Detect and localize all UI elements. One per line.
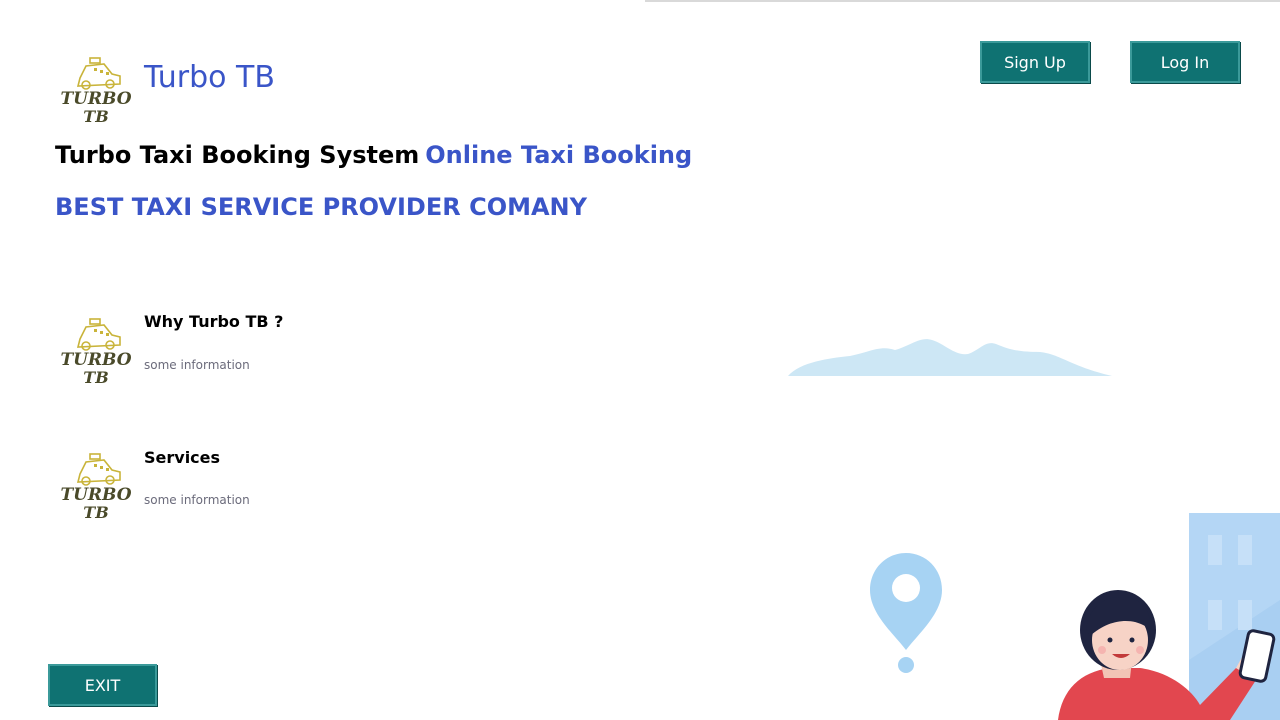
- system-name: Turbo Taxi Booking System: [55, 141, 420, 169]
- svg-text:TURBO: TURBO: [60, 350, 131, 370]
- svg-text:TURBO: TURBO: [60, 89, 131, 109]
- tagline: Turbo Taxi Booking System Online Taxi Boo…: [55, 138, 692, 172]
- feature-logo-why: TURBO TB: [60, 313, 132, 385]
- svg-text:TB: TB: [83, 368, 108, 385]
- taxi-logo-icon: TURBO TB: [60, 453, 132, 520]
- sign-up-button[interactable]: Sign Up: [980, 41, 1090, 83]
- taxi-logo-icon: TURBO TB: [60, 57, 132, 124]
- cloud-icon: [788, 339, 1112, 376]
- system-tag: Online Taxi Booking: [425, 141, 693, 169]
- svg-text:TB: TB: [83, 107, 108, 124]
- log-in-button[interactable]: Log In: [1130, 41, 1240, 83]
- brand-logo: TURBO TB: [60, 52, 132, 124]
- svg-text:TB: TB: [83, 503, 108, 520]
- feature-title-services: Services: [144, 448, 221, 467]
- building-icon: [1189, 513, 1280, 720]
- taxi-logo-icon: TURBO TB: [60, 318, 132, 385]
- exit-button[interactable]: EXIT: [48, 664, 157, 706]
- feature-info-services: some information: [144, 493, 250, 507]
- top-divider: [645, 0, 1280, 2]
- person-with-phone-icon: [1058, 590, 1276, 720]
- svg-text:TURBO: TURBO: [60, 485, 131, 505]
- feature-logo-services: TURBO TB: [60, 448, 132, 520]
- brand-title: Turbo TB: [144, 60, 275, 95]
- feature-info-why: some information: [144, 358, 250, 372]
- feature-title-why: Why Turbo TB ?: [144, 312, 284, 331]
- main-window: TURBO TB Turbo TB Sign Up Log In Turbo T…: [0, 0, 1280, 720]
- subheading: BEST TAXI SERVICE PROVIDER COMANY: [55, 193, 588, 221]
- location-pin-icon: [870, 553, 942, 673]
